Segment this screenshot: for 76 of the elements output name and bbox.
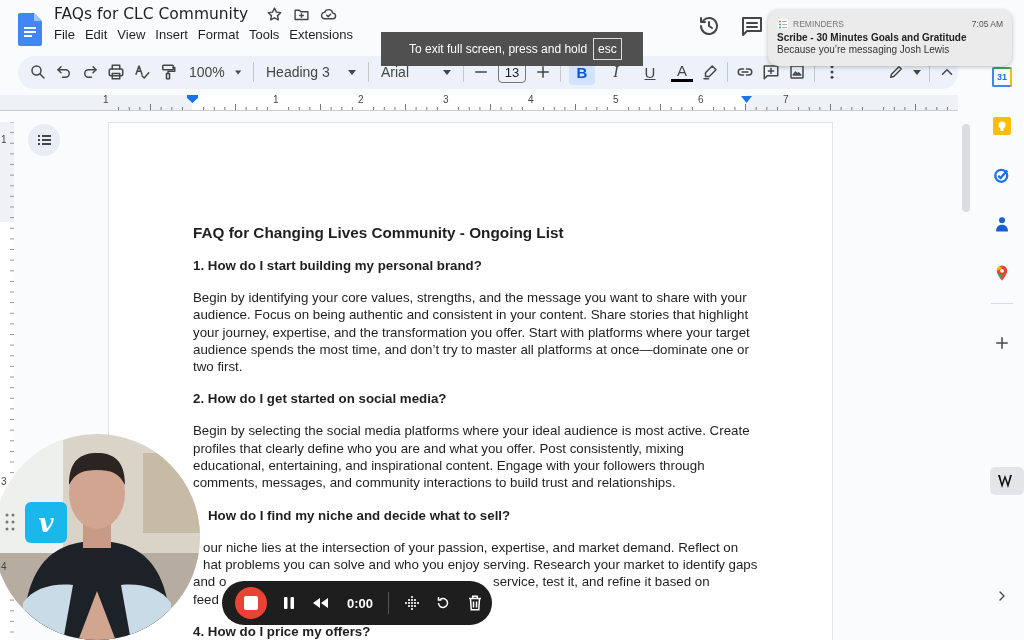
- key-hint: esc: [593, 38, 622, 60]
- document-heading: FAQ for Changing Lives Community - Ongoing List: [193, 223, 565, 243]
- list-icon: [777, 18, 789, 30]
- notification-card[interactable]: REMINDERS 7:05 AM Scribe - 30 Minutes Goals and Gratitude Because you’re messaging Josh Lewis: [768, 10, 1012, 66]
- ruler-number: 5: [613, 93, 619, 105]
- toast-message: To exit full screen, press and hold: [409, 42, 588, 56]
- ruler-number: 6: [698, 93, 704, 105]
- underline-button[interactable]: U: [637, 59, 663, 86]
- history-icon[interactable]: [697, 14, 721, 38]
- section-heading: 1. How do I start building my personal brand?: [193, 257, 483, 274]
- check-circle-icon[interactable]: [993, 166, 1011, 184]
- rewind-icon[interactable]: [311, 595, 329, 611]
- text-line: service, test it, and refine it based on: [493, 573, 711, 591]
- paint-format-icon[interactable]: [159, 63, 177, 82]
- outline-button[interactable]: [28, 124, 60, 156]
- ruler-number: 4: [1, 561, 7, 572]
- drag-handle-icon[interactable]: [5, 513, 15, 531]
- document-title[interactable]: FAQs for CLC Community: [54, 5, 249, 23]
- text-line: feed: [193, 591, 219, 607]
- italic-button[interactable]: I: [603, 59, 629, 86]
- zoom-dropdown[interactable]: 100%: [185, 59, 245, 86]
- caret-icon: [443, 69, 451, 75]
- text-line: hat problems you can solve and who you enjoy serving. Research your market to identify gaps: [203, 556, 758, 572]
- notification-app: REMINDERS: [793, 19, 844, 29]
- calendar-icon[interactable]: 31: [992, 67, 1012, 87]
- menu-item[interactable]: Insert: [155, 26, 194, 43]
- ruler-number: 2: [358, 93, 364, 105]
- text-line: our niche lies at the intersection of your passion, expertise, and market demand. Reflect on: [203, 539, 739, 555]
- recording-time: 0:00: [347, 595, 374, 611]
- print-icon[interactable]: [107, 63, 125, 82]
- section-heading: 4. How do I price my offers?: [193, 622, 372, 640]
- highlighter-icon[interactable]: [701, 63, 719, 82]
- docs-icon[interactable]: [18, 13, 42, 46]
- caret-icon[interactable]: [913, 69, 921, 75]
- paragraph: Begin by selecting the social media platforms where your ideal audience is most active. Create profiles that clearly define who you are and what you offer. Post consistently, mixing educational, entertaining, and inspirational content. Engage with your followers through comments, messages, and community interactions to build trust and relationships.: [193, 422, 751, 492]
- indent-marker-icon[interactable]: [187, 94, 198, 103]
- person-icon[interactable]: [993, 215, 1011, 233]
- paragraph: Begin by identifying your core values, strengths, and the message you want to share with your audience. Focus on being authentic and consistent in your content. Share stories that highlight your journey, expertise, and the transformation you offer. Start with platforms where your target audience spends the most time, and don’t try to master all platforms at once—dominate one or two first.: [193, 289, 751, 376]
- w-logo-button[interactable]: [990, 467, 1024, 495]
- caret-icon: [348, 69, 356, 75]
- notification-body: Because you’re messaging Josh Lewis: [777, 44, 951, 55]
- star-icon[interactable]: [266, 5, 284, 23]
- pause-icon[interactable]: [281, 595, 297, 611]
- menu-item[interactable]: File: [54, 26, 81, 43]
- style-dropdown[interactable]: Heading 3: [262, 59, 360, 86]
- add-comment-icon[interactable]: [762, 63, 780, 82]
- text-color-button[interactable]: A: [671, 62, 693, 83]
- caret-icon: [234, 69, 241, 75]
- section-heading: How do I find my niche and decide what to sell?: [207, 506, 512, 524]
- dot-grid-icon[interactable]: [404, 595, 421, 611]
- font-dropdown[interactable]: Arial: [377, 59, 455, 86]
- plus-icon[interactable]: [993, 334, 1011, 352]
- comment-icon[interactable]: [740, 14, 764, 38]
- menu-item[interactable]: Format: [197, 26, 245, 43]
- scrollbar-thumb[interactable]: [962, 124, 970, 212]
- notification-time: 7:05 AM: [971, 19, 1003, 29]
- ruler-number: 7: [783, 93, 789, 105]
- notification-title: Scribe - 30 Minutes Goals and Gratitude: [777, 32, 968, 43]
- menu-item[interactable]: Tools: [249, 26, 286, 43]
- ruler-number: 1: [1, 134, 7, 145]
- menu-item[interactable]: Extensions: [289, 26, 359, 43]
- ruler-number: 4: [528, 93, 534, 105]
- section-heading: 2. How do I get started on social media?: [193, 390, 448, 408]
- menu-item[interactable]: View: [117, 26, 152, 43]
- ruler-number: 3: [443, 93, 449, 105]
- spellcheck-icon[interactable]: [133, 63, 151, 82]
- indent-marker-icon[interactable]: [741, 95, 752, 103]
- text-line: and o: [193, 573, 228, 591]
- ruler[interactable]: [0, 94, 958, 111]
- menu-item[interactable]: Edit: [84, 26, 114, 43]
- ruler-number: 1: [273, 93, 279, 105]
- ruler-number: 1: [103, 93, 109, 105]
- ruler-number: 3: [1, 476, 7, 487]
- search-icon[interactable]: [29, 63, 47, 82]
- stop-button[interactable]: [235, 587, 267, 619]
- image-icon[interactable]: [788, 63, 806, 82]
